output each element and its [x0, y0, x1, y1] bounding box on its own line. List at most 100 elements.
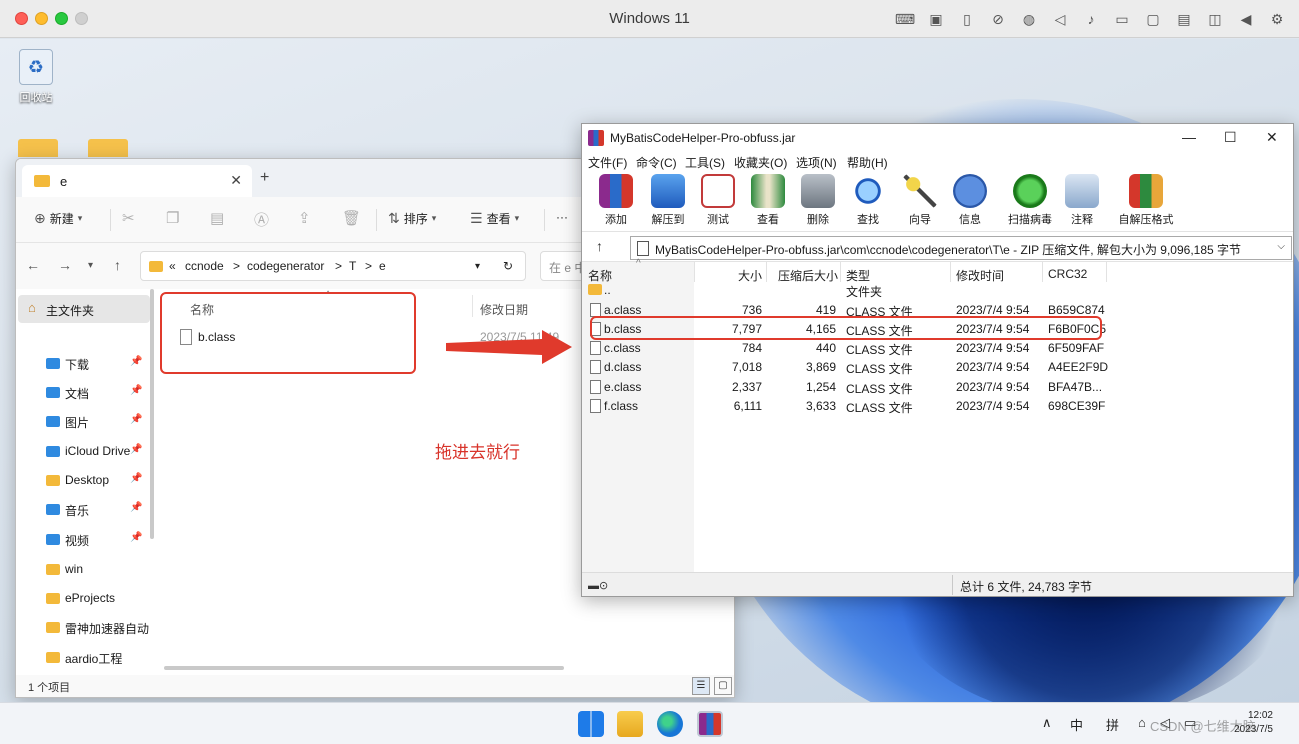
sidebar-item[interactable]: 图片 📌: [46, 411, 156, 433]
sidebar-item[interactable]: 雷神加速器自动: [46, 617, 156, 639]
menu-commands[interactable]: 命令(C): [636, 154, 677, 171]
horizontal-scrollbar[interactable]: [164, 666, 564, 670]
close-icon[interactable]: ✕: [1266, 129, 1278, 146]
column-divider[interactable]: [472, 295, 473, 317]
wizard-button[interactable]: 向导: [894, 174, 946, 227]
rename-icon[interactable]: Ⓐ: [254, 209, 269, 230]
comment-button[interactable]: 注释: [1056, 174, 1108, 227]
tiles-view-icon[interactable]: ▢: [714, 677, 732, 695]
column-divider[interactable]: [950, 262, 951, 282]
find-button[interactable]: 查找: [842, 174, 894, 227]
column-divider[interactable]: [1042, 262, 1043, 282]
back-arrow-icon[interactable]: ←: [26, 257, 40, 273]
terminal-icon[interactable]: ▤: [1172, 9, 1196, 29]
path-dropdown-icon[interactable]: ⌵: [1277, 241, 1285, 252]
up-arrow-icon[interactable]: ↑: [596, 238, 603, 254]
network-icon[interactable]: ⌂: [1138, 715, 1146, 730]
recent-dropdown-icon[interactable]: ▾: [88, 260, 93, 271]
recycle-bin-shortcut[interactable]: ♻ 回收站: [14, 49, 58, 105]
column-divider[interactable]: [1106, 262, 1107, 282]
breadcrumb-e[interactable]: e: [379, 259, 386, 273]
sort-button[interactable]: ⇅ 排序 ▾: [388, 210, 436, 227]
copy-icon[interactable]: ❐: [166, 209, 179, 227]
column-header-date[interactable]: 修改日期: [480, 301, 528, 318]
desktop-folder-icon[interactable]: [18, 139, 58, 157]
address-bar[interactable]: « ccnode > codegenerator > T > e ▾ ↻: [140, 251, 526, 281]
extract-to-button[interactable]: 解压到: [642, 174, 694, 227]
table-row[interactable]: e.class 2,337 1,254 CLASS 文件 2023/7/4 9:…: [582, 378, 1293, 397]
speaker-icon[interactable]: ◁: [1048, 9, 1072, 29]
new-button[interactable]: ⊕ 新建 ▾: [34, 210, 82, 227]
menu-help[interactable]: 帮助(H): [847, 154, 888, 171]
close-tab-icon[interactable]: ✕: [230, 172, 242, 189]
delete-button[interactable]: 删除: [792, 174, 844, 227]
chevron-up-icon[interactable]: ∧: [1042, 715, 1052, 731]
winrar-taskbar-icon[interactable]: [697, 711, 723, 737]
explorer-tab[interactable]: e ✕: [22, 165, 252, 197]
delete-icon[interactable]: 🗑: [342, 209, 361, 227]
menu-tools[interactable]: 工具(S): [685, 154, 725, 171]
menu-options[interactable]: 选项(N): [796, 154, 837, 171]
forward-arrow-icon[interactable]: →: [58, 257, 72, 273]
column-header-crc[interactable]: CRC32: [1048, 267, 1087, 281]
column-divider[interactable]: [766, 262, 767, 282]
view-button[interactable]: ☰ 查看 ▾: [470, 210, 519, 227]
test-button[interactable]: 测试: [692, 174, 744, 227]
view-button[interactable]: 查看: [742, 174, 794, 227]
menu-favorites[interactable]: 收藏夹(O): [734, 154, 787, 171]
desktop-folder-icon[interactable]: [88, 139, 128, 157]
breadcrumb-T[interactable]: T: [349, 259, 356, 273]
paste-icon[interactable]: ▤: [210, 209, 224, 227]
more-button[interactable]: ···: [556, 210, 568, 224]
menu-file[interactable]: 文件(F): [588, 154, 627, 171]
start-windows-icon[interactable]: [578, 711, 604, 737]
refresh-icon[interactable]: ↻: [503, 259, 513, 273]
keyboard-icon[interactable]: ⌨: [893, 9, 917, 29]
video-icon[interactable]: ▢: [1141, 9, 1165, 29]
breadcrumb-ccnode[interactable]: ccnode: [185, 259, 224, 273]
sidebar-item[interactable]: 视频 📌: [46, 529, 156, 551]
sidebar-scrollbar[interactable]: [150, 289, 154, 539]
maximize-icon[interactable]: ☐: [1224, 129, 1237, 146]
usb-icon[interactable]: ▯: [955, 9, 979, 29]
sidebar-item[interactable]: 下载 📌: [46, 353, 156, 375]
column-divider[interactable]: [840, 262, 841, 282]
sidebar-item[interactable]: Desktop 📌: [46, 470, 156, 492]
sidebar-item[interactable]: eProjects: [46, 588, 156, 610]
winrar-path-field[interactable]: MyBatisCodeHelper-Pro-obfuss.jar\com\ccn…: [630, 236, 1292, 260]
virus-scan-button[interactable]: 扫描病毒: [1004, 174, 1056, 227]
back-icon[interactable]: ◀: [1234, 9, 1258, 29]
new-tab-button[interactable]: +: [260, 169, 269, 187]
table-row[interactable]: f.class 6,111 3,633 CLASS 文件 2023/7/4 9:…: [582, 397, 1293, 416]
sidebar-item[interactable]: win: [46, 559, 156, 581]
sidebar-item-home[interactable]: ⌂ 主文件夹: [18, 295, 150, 323]
sfx-button[interactable]: 自解压格式: [1114, 174, 1178, 227]
microphone-icon[interactable]: ♪: [1079, 9, 1103, 29]
ime-mode[interactable]: 中: [1070, 715, 1083, 734]
globe-icon[interactable]: ◍: [1017, 9, 1041, 29]
screen-icon[interactable]: ◫: [1203, 9, 1227, 29]
drive-icon[interactable]: ▭: [1110, 9, 1134, 29]
breadcrumb-codegenerator[interactable]: codegenerator: [247, 259, 324, 273]
add-button[interactable]: 添加: [590, 174, 642, 227]
sidebar-item[interactable]: 音乐 📌: [46, 499, 156, 521]
share-icon[interactable]: ⇪: [298, 209, 311, 227]
details-view-icon[interactable]: ☰: [692, 677, 710, 695]
gear-icon[interactable]: ⚙: [1265, 9, 1289, 29]
info-button[interactable]: 信息: [944, 174, 996, 227]
edge-browser-icon[interactable]: [657, 711, 683, 737]
up-arrow-icon[interactable]: ↑: [114, 257, 121, 273]
cpu-icon[interactable]: ▣: [924, 9, 948, 29]
table-row[interactable]: d.class 7,018 3,869 CLASS 文件 2023/7/4 9:…: [582, 358, 1293, 377]
file-explorer-icon[interactable]: [617, 711, 643, 737]
minimize-icon[interactable]: —: [1182, 129, 1196, 145]
cut-icon[interactable]: ✂: [122, 209, 135, 227]
breadcrumb-overflow[interactable]: «: [169, 259, 176, 273]
no-camera-icon[interactable]: ⊘: [986, 9, 1010, 29]
sidebar-item[interactable]: 文档 📌: [46, 382, 156, 404]
table-row[interactable]: c.class 784 440 CLASS 文件 2023/7/4 9:54 6…: [582, 339, 1293, 358]
address-dropdown-icon[interactable]: ▾: [475, 261, 480, 272]
table-row-parent[interactable]: .. 文件夹: [582, 281, 1293, 300]
ime-layout[interactable]: 拼: [1106, 715, 1119, 734]
column-divider[interactable]: [694, 262, 695, 282]
